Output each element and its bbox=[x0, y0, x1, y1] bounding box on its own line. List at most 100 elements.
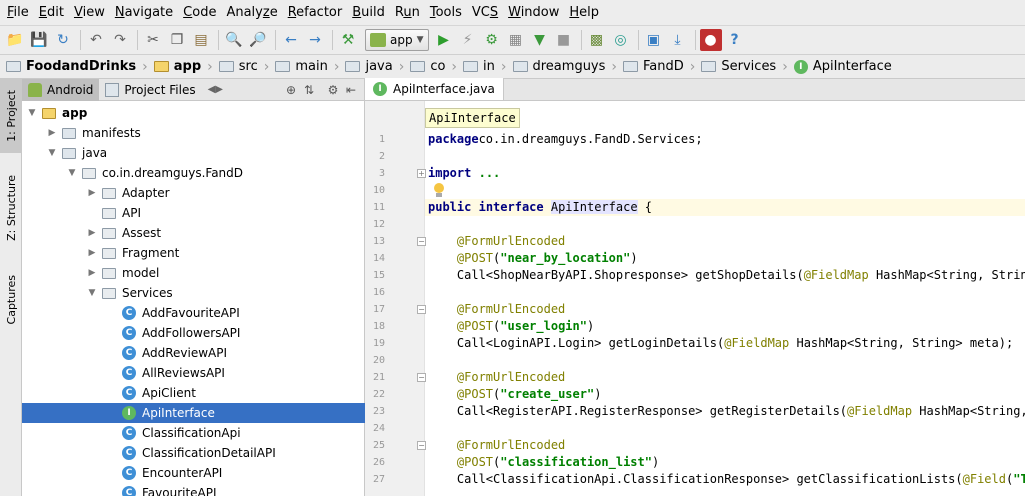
breadcrumb-item[interactable]: dreamguys › bbox=[512, 54, 624, 79]
undo-icon[interactable]: ↶ bbox=[85, 29, 107, 51]
gear-icon[interactable]: ⚙ bbox=[324, 83, 342, 97]
sync-icon[interactable]: ↻ bbox=[52, 29, 74, 51]
open-folder-icon[interactable]: 📁 bbox=[4, 29, 26, 51]
forward-icon[interactable]: → bbox=[304, 29, 326, 51]
cut-icon[interactable]: ✂ bbox=[142, 29, 164, 51]
line-number: 22 bbox=[372, 389, 385, 400]
tree-item[interactable]: C ClassificationApi bbox=[22, 423, 365, 443]
tree-item[interactable]: C ClassificationDetailAPI bbox=[22, 443, 365, 463]
tree-item[interactable]: C AllReviewsAPI bbox=[22, 363, 365, 383]
menu-mnemonic: u bbox=[403, 5, 412, 20]
code-area[interactable]: packageco.in.dreamguys.FandD.Services; im… bbox=[425, 101, 1025, 496]
tab-project[interactable]: 1: Project bbox=[0, 79, 22, 153]
stop-icon[interactable]: ■ bbox=[553, 29, 575, 51]
tree-item-label: co.in.dreamguys.FandD bbox=[102, 166, 244, 180]
redo-icon[interactable]: ↷ bbox=[109, 29, 131, 51]
collapse-all-icon[interactable]: ⇅ bbox=[300, 83, 318, 97]
save-icon[interactable]: 💾 bbox=[28, 29, 50, 51]
view-switch-arrows[interactable]: ◀▶ bbox=[202, 79, 229, 101]
sync-gradle-icon[interactable]: ◎ bbox=[610, 29, 632, 51]
breadcrumb-item[interactable]: in › bbox=[463, 54, 512, 79]
breadcrumb-item[interactable]: Services › bbox=[701, 54, 793, 79]
replace-icon[interactable]: 🔎 bbox=[247, 29, 269, 51]
menu-item[interactable]: Run bbox=[390, 0, 425, 25]
tree-item[interactable]: C AddFavouriteAPI bbox=[22, 303, 365, 323]
sdk-manager-icon[interactable]: ⤓ bbox=[667, 29, 689, 51]
menu-item[interactable]: Window bbox=[503, 0, 564, 25]
paste-icon[interactable]: ▤ bbox=[190, 29, 212, 51]
menu-item[interactable]: Navigate bbox=[110, 0, 178, 25]
breadcrumb-item[interactable]: main › bbox=[275, 54, 345, 79]
android-device-monitor-icon[interactable]: ● bbox=[699, 29, 722, 51]
project-structure-icon[interactable]: ▣ bbox=[643, 29, 665, 51]
apply-changes-icon[interactable]: ⚡ bbox=[457, 29, 479, 51]
collapsed-arrow-icon[interactable]: ▶ bbox=[86, 248, 98, 258]
line-number: 19 bbox=[372, 338, 385, 349]
collapsed-arrow-icon[interactable]: ▶ bbox=[86, 188, 98, 198]
breadcrumb-item[interactable]: FandD › bbox=[623, 54, 701, 79]
menu-item[interactable]: VCS bbox=[467, 0, 503, 25]
menu-item[interactable]: Tools bbox=[425, 0, 467, 25]
tree-item[interactable]: ▼ app bbox=[22, 103, 365, 123]
tree-item[interactable]: ▼ co.in.dreamguys.FandD bbox=[22, 163, 365, 183]
menu-item[interactable]: Edit bbox=[34, 0, 69, 25]
tree-item[interactable]: ▶ manifests bbox=[22, 123, 365, 143]
breadcrumb-item[interactable]: java › bbox=[345, 54, 410, 79]
structure-breadcrumb-popup[interactable]: ApiInterface bbox=[425, 108, 520, 128]
tree-item[interactable]: ▶ Fragment bbox=[22, 243, 365, 263]
run-configuration-select[interactable]: app ▼ bbox=[365, 29, 429, 51]
breadcrumb-item[interactable]: co › bbox=[410, 54, 463, 79]
collapsed-arrow-icon[interactable]: ▶ bbox=[46, 128, 58, 138]
menu-item[interactable]: File bbox=[2, 0, 34, 25]
help-icon[interactable]: ? bbox=[724, 29, 746, 51]
toolbar-separator bbox=[580, 30, 582, 50]
tree-item[interactable]: ▼ java bbox=[22, 143, 365, 163]
breadcrumb-item[interactable]: src › bbox=[218, 54, 276, 79]
menu-item[interactable]: Help bbox=[564, 0, 604, 25]
expanded-arrow-icon[interactable]: ▼ bbox=[46, 148, 58, 158]
menu-item[interactable]: Analyze bbox=[221, 0, 282, 25]
annotation-token: @FormUrlEncoded bbox=[456, 370, 566, 384]
tree-item[interactable]: C EncounterAPI bbox=[22, 463, 365, 483]
tab-captures[interactable]: Captures bbox=[0, 265, 22, 335]
tab-project-files[interactable]: Project Files bbox=[99, 79, 201, 101]
expanded-arrow-icon[interactable]: ▼ bbox=[86, 288, 98, 298]
lightbulb-icon[interactable] bbox=[433, 183, 445, 198]
tab-android-view[interactable]: Android bbox=[22, 78, 100, 101]
tree-item[interactable]: ▶ Adapter bbox=[22, 183, 365, 203]
breadcrumb-item[interactable]: app › bbox=[153, 54, 219, 79]
make-project-icon[interactable]: ⚒ bbox=[337, 29, 359, 51]
tree-item[interactable]: C AddReviewAPI bbox=[22, 343, 365, 363]
profile-icon[interactable]: ▦ bbox=[505, 29, 527, 51]
menu-item[interactable]: Build bbox=[347, 0, 390, 25]
debug-icon[interactable]: ⚙ bbox=[481, 29, 503, 51]
run-icon[interactable]: ▶ bbox=[433, 29, 455, 51]
menu-item[interactable]: Refactor bbox=[283, 0, 348, 25]
tab-structure[interactable]: Z: Structure bbox=[0, 165, 22, 251]
tree-item[interactable]: ▶ Assest bbox=[22, 223, 365, 243]
tree-item[interactable]: ▶ model bbox=[22, 263, 365, 283]
scroll-from-source-icon[interactable]: ⊕ bbox=[282, 83, 300, 97]
breadcrumb-item[interactable]: FoodandDrinks › bbox=[6, 54, 154, 79]
collapsed-arrow-icon[interactable]: ▶ bbox=[86, 268, 98, 278]
tree-item[interactable]: I ApiInterface bbox=[22, 403, 365, 423]
expanded-arrow-icon[interactable]: ▼ bbox=[26, 108, 38, 118]
interface-icon: I bbox=[793, 59, 808, 74]
tree-item[interactable]: API bbox=[22, 203, 365, 223]
back-icon[interactable]: ← bbox=[280, 29, 302, 51]
breadcrumb-item[interactable]: I ApiInterface bbox=[793, 54, 898, 79]
hide-panel-icon[interactable]: ⇤ bbox=[342, 83, 360, 97]
expanded-arrow-icon[interactable]: ▼ bbox=[66, 168, 78, 178]
menu-item[interactable]: View bbox=[69, 0, 110, 25]
editor-tab-apiinterface[interactable]: I ApiInterface.java bbox=[365, 78, 504, 100]
tree-item[interactable]: C AddFollowersAPI bbox=[22, 323, 365, 343]
tree-item[interactable]: C FavouriteAPI bbox=[22, 483, 365, 496]
tree-item[interactable]: ▼ Services bbox=[22, 283, 365, 303]
avd-manager-icon[interactable]: ▩ bbox=[586, 29, 608, 51]
collapsed-arrow-icon[interactable]: ▶ bbox=[86, 228, 98, 238]
attach-debugger-icon[interactable]: ▼ bbox=[529, 29, 551, 51]
find-icon[interactable]: 🔍 bbox=[223, 29, 245, 51]
menu-item[interactable]: Code bbox=[178, 0, 221, 25]
copy-icon[interactable]: ❐ bbox=[166, 29, 188, 51]
tree-item[interactable]: C ApiClient bbox=[22, 383, 365, 403]
